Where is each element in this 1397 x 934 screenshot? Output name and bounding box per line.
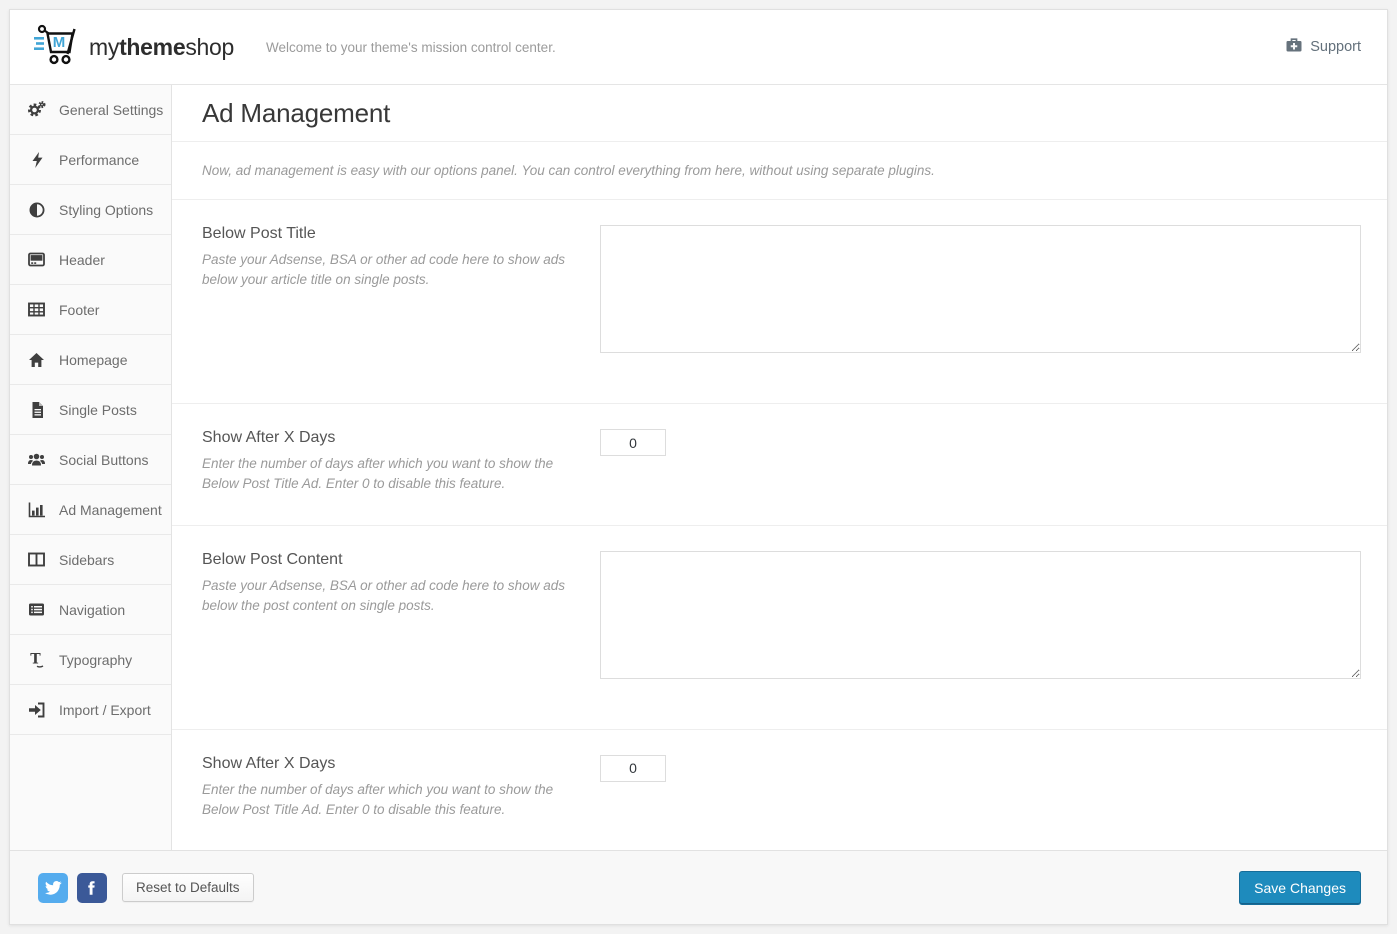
sidebar-item-label: Typography [59,651,133,668]
header-icon [27,252,46,267]
sidebar-item-label: Sidebars [59,551,115,568]
support-label: Support [1310,39,1361,55]
sidebar-item-ad-management[interactable]: Ad Management [10,485,171,535]
setting-control [600,225,1361,358]
table-icon [27,302,46,317]
theme-options-panel: M mythemeshop Welcome to your theme's mi… [9,9,1388,925]
sidebar-item-label: Performance [59,151,140,168]
mythemeshop-logo: M mythemeshop [34,24,234,71]
setting-description: Paste your Adsense, BSA or other ad code… [202,252,565,288]
setting-row-below-post-content: Below Post Content Paste your Adsense, BS… [172,526,1387,730]
sidebar-item-typography[interactable]: T Typography [10,635,171,685]
setting-label: Show After X Days [202,429,336,446]
sidebar-item-label: Homepage [59,351,128,368]
sidebar-item-label: Social Buttons [59,451,149,468]
sidebar-item-label: Styling Options [59,201,154,218]
below-post-title-textarea[interactable] [600,225,1361,353]
sidebar-item-import-export[interactable]: Import / Export [10,685,171,735]
setting-label-block: Below Post Title Paste your Adsense, BSA … [202,225,600,358]
reset-to-defaults-button[interactable]: Reset to Defaults [122,873,254,902]
sidebar-item-label: Header [59,251,105,268]
setting-label: Below Post Title [202,225,316,242]
sidebar-item-label: General Settings [59,101,164,118]
below-post-content-textarea[interactable] [600,550,1361,679]
sidebar-item-general-settings[interactable]: General Settings [10,85,171,135]
setting-row-show-after-x-days: Show After X Days Enter the number of day… [172,404,1387,526]
sidebar-item-header[interactable]: Header [10,235,171,285]
page-description: Now, ad management is easy with our opti… [172,142,1387,200]
list-icon [27,602,46,617]
show-after-x-days-input[interactable] [600,429,666,456]
setting-label: Below Post Content [202,550,343,568]
sidebar-item-label: Import / Export [59,701,151,718]
svg-text:T: T [30,652,41,668]
sidebar-item-label: Single Posts [59,401,137,418]
setting-label: Show After X Days [202,754,336,772]
file-icon [27,401,46,418]
setting-description: Enter the number of days after which you… [202,781,554,817]
setting-control [600,550,1361,684]
bolt-icon [27,151,46,168]
medkit-icon [1285,37,1303,57]
setting-description: Enter the number of days after which you… [202,456,554,492]
sidebar-item-homepage[interactable]: Homepage [10,335,171,385]
setting-row-show-after-x-days: Show After X Days Enter the number of day… [172,730,1387,851]
main-content: Ad Management Now, ad management is easy… [172,85,1387,850]
setting-label-block: Show After X Days Enter the number of day… [202,755,600,821]
adjust-icon [27,202,46,218]
setting-control [600,754,1361,821]
gears-icon [27,101,46,118]
save-changes-button[interactable]: Save Changes [1239,870,1361,905]
page-title: Ad Management [172,85,1387,142]
sign-in-icon [27,702,46,718]
sidebar-item-social-buttons[interactable]: Social Buttons [10,435,171,485]
panel-header: M mythemeshop Welcome to your theme's mi… [10,10,1387,85]
setting-control [600,429,1361,495]
brand-wordmark: mythemeshop [89,33,234,60]
typography-icon: T [27,652,46,668]
home-icon [27,352,46,368]
users-icon [27,452,46,467]
sidebar-item-footer[interactable]: Footer [10,285,171,335]
support-link[interactable]: Support [1285,37,1361,57]
columns-icon [27,552,46,567]
sidebar-item-styling-options[interactable]: Styling Options [10,185,171,235]
sidebar: General Settings Performance Styling Optio… [10,85,172,850]
panel-body: General Settings Performance Styling Optio… [10,85,1387,850]
show-after-x-days-input[interactable] [600,754,666,782]
sidebar-item-label: Ad Management [59,501,162,518]
sidebar-item-performance[interactable]: Performance [10,135,171,185]
cart-logo-icon: M [34,24,80,71]
header-tagline: Welcome to your theme's mission control … [266,39,556,55]
sidebar-item-single-posts[interactable]: Single Posts [10,385,171,435]
settings-sections: Below Post Title Paste your Adsense, BSA … [172,200,1387,850]
setting-label-block: Below Post Content Paste your Adsense, BS… [202,551,600,684]
bar-chart-icon [27,502,46,518]
twitter-icon[interactable] [38,872,68,903]
svg-text:M: M [53,34,66,51]
sidebar-item-label: Navigation [59,601,126,618]
sidebar-item-navigation[interactable]: Navigation [10,585,171,635]
panel-footer: Reset to Defaults Save Changes [10,850,1387,924]
setting-label-block: Show After X Days Enter the number of day… [202,429,600,495]
sidebar-item-label: Footer [59,301,100,318]
sidebar-item-sidebars[interactable]: Sidebars [10,535,171,585]
setting-row-below-post-title: Below Post Title Paste your Adsense, BSA … [172,200,1387,404]
facebook-icon[interactable] [77,872,107,903]
setting-description: Paste your Adsense, BSA or other ad code… [202,577,565,613]
